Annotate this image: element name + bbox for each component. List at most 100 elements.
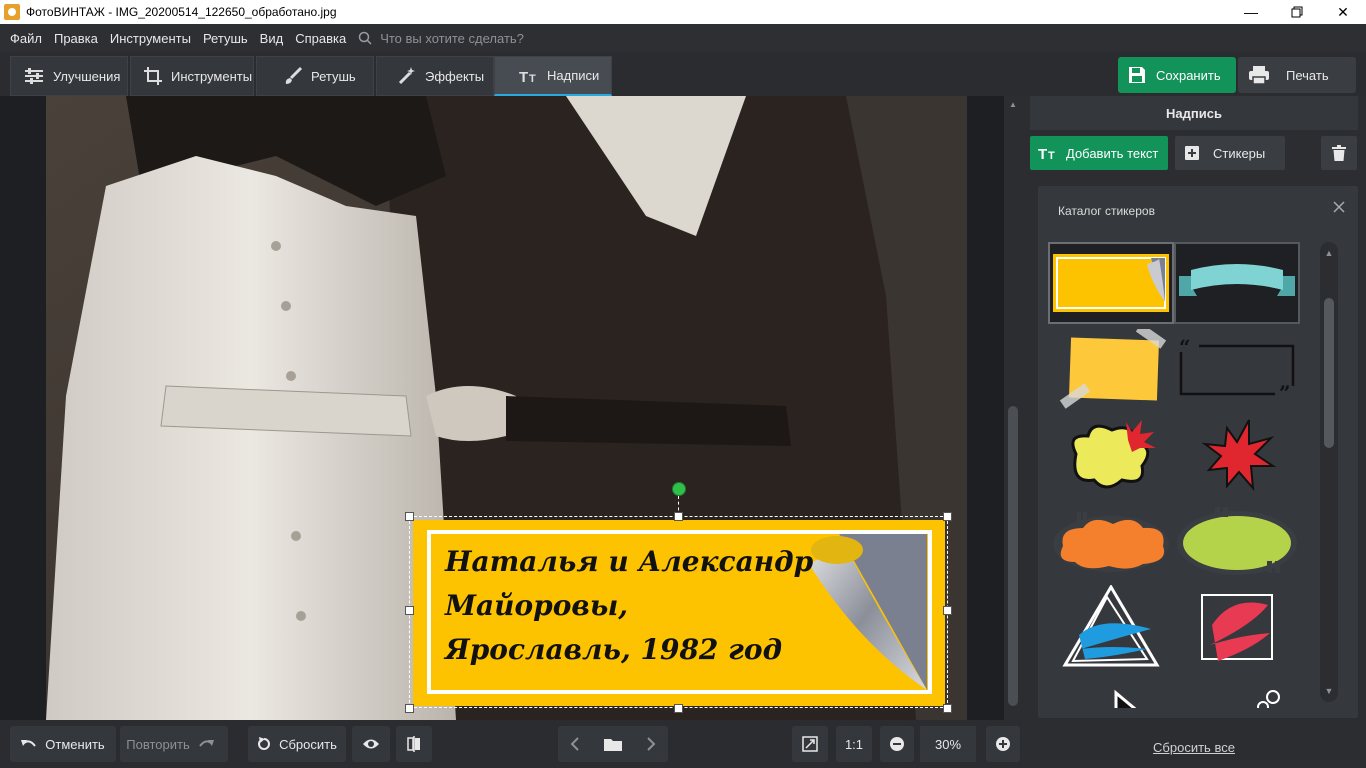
search-icon <box>358 31 372 45</box>
minimize-icon[interactable]: — <box>1228 0 1274 24</box>
magic-wand-icon <box>398 67 415 85</box>
resize-handle-bottom-left[interactable] <box>405 704 414 713</box>
zoom-out-icon <box>890 737 904 751</box>
save-button[interactable]: Сохранить <box>1118 57 1236 93</box>
menu-retouch[interactable]: Ретушь <box>197 31 254 46</box>
bottom-bar: Отменить Повторить Сбросить 1:1 30% <box>0 720 1022 768</box>
sticker-teal-ribbon[interactable] <box>1174 242 1300 324</box>
resize-handle-top[interactable] <box>674 512 683 521</box>
tab-captions[interactable]: TT Надписи <box>494 56 612 96</box>
compare-icon <box>407 736 420 752</box>
redo-label: Повторить <box>126 736 190 752</box>
tab-tools-label: Инструменты <box>171 68 253 84</box>
tab-retouch[interactable]: Ретушь <box>256 56 374 96</box>
command-search[interactable]: Что вы хотите сделать? <box>358 31 524 46</box>
sticker-red-explosion[interactable] <box>1174 414 1300 496</box>
close-icon[interactable]: ✕ <box>1320 0 1366 24</box>
selection-frame <box>409 516 948 708</box>
resize-handle-bottom-right[interactable] <box>943 704 952 713</box>
scroll-up-icon[interactable]: ▲ <box>1320 248 1338 258</box>
scrollbar-thumb[interactable] <box>1008 406 1018 706</box>
stickers-button[interactable]: Стикеры <box>1175 136 1285 170</box>
resize-handle-left[interactable] <box>405 606 414 615</box>
preview-button[interactable] <box>352 726 390 762</box>
menu-tools[interactable]: Инструменты <box>104 31 197 46</box>
save-button-label: Сохранить <box>1156 67 1221 83</box>
redo-button[interactable]: Повторить <box>120 726 228 762</box>
chevron-right-icon[interactable] <box>646 737 656 751</box>
tab-effects[interactable]: Эффекты <box>376 56 494 96</box>
sticker-yellow-page-curl[interactable] <box>1048 242 1174 324</box>
floppy-disk-icon <box>1129 67 1145 83</box>
actual-size-label: 1:1 <box>844 736 864 752</box>
compare-button[interactable] <box>396 726 432 762</box>
crop-icon <box>144 67 162 85</box>
menu-help[interactable]: Справка <box>289 31 352 46</box>
title-bar: ФотоВИНТАЖ - IMG_20200514_122650_обработ… <box>0 0 1366 24</box>
menu-file[interactable]: Файл <box>4 31 48 46</box>
photo-canvas[interactable]: Наталья и Александр Майоровы, Ярославль,… <box>0 96 1022 720</box>
add-sticker-icon <box>1185 146 1199 160</box>
menu-edit[interactable]: Правка <box>48 31 104 46</box>
sticker-green-speech-bubble[interactable] <box>1174 500 1300 582</box>
svg-text:T: T <box>1038 146 1047 161</box>
undo-button[interactable]: Отменить <box>10 726 116 762</box>
redo-icon <box>198 740 214 747</box>
sticker-yellow-burst-bubble[interactable] <box>1048 414 1174 496</box>
printer-icon <box>1249 66 1269 84</box>
sticker-orange-speech-bubble[interactable] <box>1048 500 1174 582</box>
chevron-left-icon[interactable] <box>570 737 580 751</box>
menu-bar: Файл Правка Инструменты Ретушь Вид Справ… <box>0 24 1366 52</box>
canvas-scrollbar[interactable]: ▲ <box>1004 96 1022 720</box>
resize-handle-bottom[interactable] <box>674 704 683 713</box>
resize-handle-right[interactable] <box>943 606 952 615</box>
zoom-level[interactable]: 30% <box>920 726 976 762</box>
sticker-black-thought-bubble[interactable] <box>1174 672 1300 708</box>
brush-icon <box>285 66 303 84</box>
resize-handle-top-left[interactable] <box>405 512 414 521</box>
window-controls: — ✕ <box>1228 0 1366 24</box>
svg-text:“: “ <box>1179 338 1191 359</box>
restore-icon[interactable] <box>1274 0 1320 24</box>
sticker-yellow-taped-note[interactable] <box>1048 328 1174 410</box>
actual-size-button[interactable]: 1:1 <box>836 726 872 762</box>
folder-icon[interactable] <box>604 737 622 751</box>
menu-view[interactable]: Вид <box>254 31 290 46</box>
sticker-black-arrow[interactable] <box>1048 672 1174 708</box>
reset-all-link[interactable]: Сбросить все <box>1022 740 1366 755</box>
undo-label: Отменить <box>45 736 105 752</box>
zoom-out-button[interactable] <box>880 726 914 762</box>
stickers-label: Стикеры <box>1213 145 1266 161</box>
svg-text:”: ” <box>1279 381 1291 400</box>
print-button[interactable]: Печать <box>1238 57 1356 93</box>
sticker-quote-frame[interactable]: “” <box>1174 328 1300 410</box>
catalog-scrollbar[interactable]: ▲ ▼ <box>1320 242 1338 702</box>
scroll-down-icon[interactable]: ▼ <box>1320 686 1338 696</box>
reset-label: Сбросить <box>279 736 337 752</box>
zoom-in-button[interactable] <box>986 726 1020 762</box>
reset-icon <box>258 737 271 750</box>
sticker-red-square-scribble[interactable] <box>1174 586 1300 668</box>
add-text-button[interactable]: TT Добавить текст <box>1030 136 1168 170</box>
resize-handle-top-right[interactable] <box>943 512 952 521</box>
search-placeholder: Что вы хотите сделать? <box>380 30 524 46</box>
trash-icon <box>1332 145 1346 161</box>
sticker-grid: “” <box>1048 242 1310 708</box>
panel-title: Надпись <box>1030 96 1358 130</box>
undo-icon <box>21 740 37 747</box>
catalog-scrollbar-thumb[interactable] <box>1324 298 1334 448</box>
sticker-blue-triangle-scribble[interactable] <box>1048 585 1174 668</box>
scroll-up-icon[interactable]: ▲ <box>1008 100 1018 110</box>
reset-button[interactable]: Сбросить <box>248 726 346 762</box>
close-icon[interactable] <box>1332 200 1346 214</box>
tab-retouch-label: Ретушь <box>311 68 356 84</box>
tab-enhancements[interactable]: Улучшения <box>10 56 128 96</box>
sticker-catalog: Каталог стикеров “” ▲ ▼ <box>1038 186 1358 718</box>
fit-to-screen-button[interactable] <box>792 726 828 762</box>
text-icon: TT <box>519 69 536 84</box>
fit-screen-icon <box>802 736 818 752</box>
tab-tools[interactable]: Инструменты <box>130 56 254 96</box>
delete-button[interactable] <box>1321 136 1357 170</box>
catalog-title: Каталог стикеров <box>1058 204 1155 218</box>
rotate-handle[interactable] <box>672 482 686 496</box>
